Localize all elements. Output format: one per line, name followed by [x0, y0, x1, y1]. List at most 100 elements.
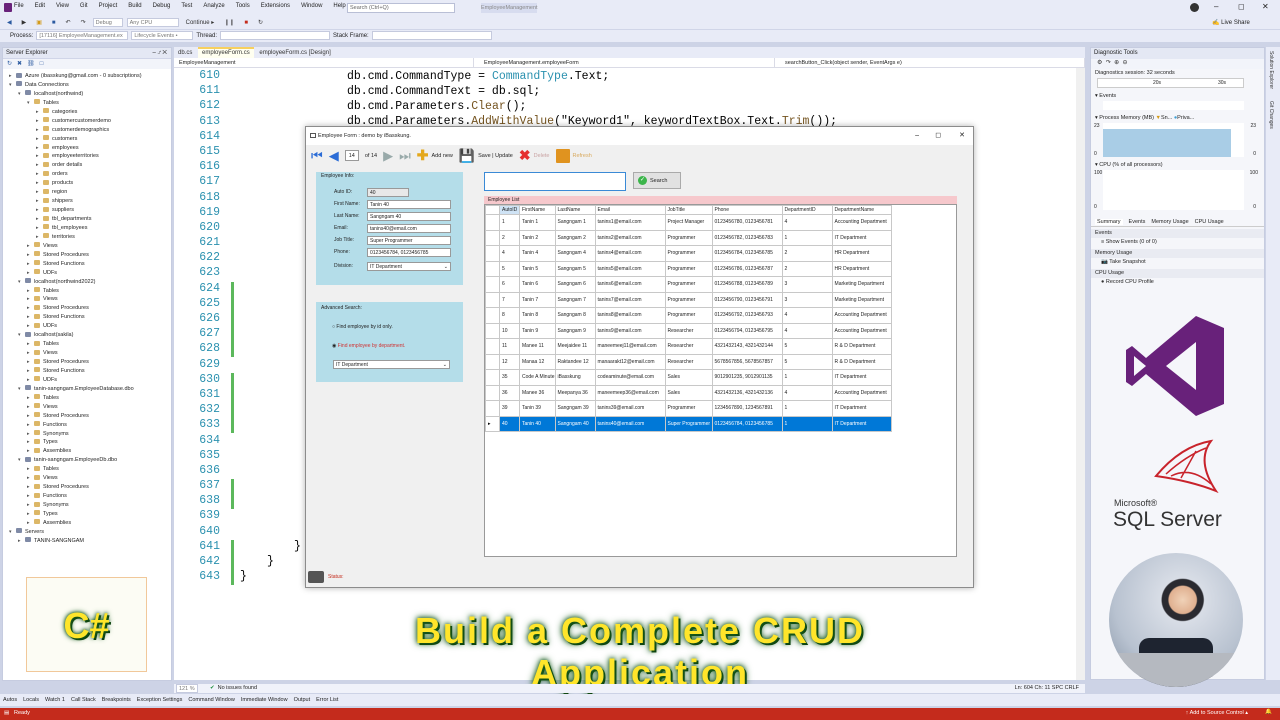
table-cell[interactable]: Sangngam 9	[554, 322, 596, 339]
table-cell[interactable]: 8	[499, 307, 520, 324]
table-cell[interactable]: 4	[499, 245, 520, 262]
export-icon[interactable]: ↷	[1106, 60, 1111, 66]
expand-icon[interactable]: ▸	[27, 492, 34, 501]
table-cell[interactable]: HR Department	[831, 260, 892, 277]
expand-icon[interactable]: ▸	[36, 135, 43, 144]
maximize-icon[interactable]: ◻	[1238, 2, 1245, 11]
table-cell[interactable]: 1	[781, 400, 833, 417]
table-cell[interactable]: 0123456784, 0123456785	[711, 415, 783, 432]
last-record-icon[interactable]: ⏭	[399, 148, 411, 164]
expand-icon[interactable]: ▾	[9, 81, 16, 90]
table-row[interactable]: 6 Tanin 6 Sangngam 6 tanins6@email.com Progr…	[485, 276, 892, 293]
table-cell[interactable]: 1	[781, 415, 833, 432]
row-header[interactable]	[485, 384, 500, 401]
table-cell[interactable]: Programmer	[664, 260, 713, 277]
table-row[interactable]: 39 Tanin 39 Sangngam 39 tanins39@email.com P…	[485, 400, 892, 417]
tree-node[interactable]: ▸ Synonyms	[9, 501, 171, 510]
tree-node[interactable]: ▸ products	[9, 179, 171, 188]
table-row[interactable]: 11 Manee 11 Meejaidee 11 maneemeej11@email.…	[485, 338, 892, 355]
table-row[interactable]: 1 Tanin 1 Sangngam 1 tanins1@email.com Proje…	[485, 214, 892, 231]
tab-summary[interactable]: Summary	[1095, 218, 1123, 225]
expand-icon[interactable]: ▸	[27, 447, 34, 456]
tree-node[interactable]: ▸ territories	[9, 233, 171, 242]
tree-node[interactable]: ▸ Views	[9, 403, 171, 412]
tree-node[interactable]: ▸ tbl_departments	[9, 215, 171, 224]
menu-item[interactable]: Project	[99, 3, 118, 9]
table-cell[interactable]: Tanin 5	[519, 260, 556, 277]
table-cell[interactable]: Tanin 7	[519, 291, 556, 308]
table-row[interactable]: 35 Code A Minute iBasskung codeaminute@emai…	[485, 369, 892, 386]
expand-icon[interactable]: ▾	[18, 90, 25, 99]
expand-icon[interactable]: ▸	[27, 376, 34, 385]
table-cell[interactable]: tanins5@email.com	[594, 260, 666, 277]
table-cell[interactable]: 5	[499, 260, 520, 277]
expand-icon[interactable]: ▸	[9, 72, 16, 81]
tree-node[interactable]: ▸ UDFs	[9, 376, 171, 385]
expand-icon[interactable]: ▸	[27, 304, 34, 313]
live-share-button[interactable]: ✍ Live Share	[1212, 19, 1250, 26]
bottom-tab[interactable]: Command Window	[188, 697, 234, 703]
table-cell[interactable]: 3	[781, 276, 833, 293]
tree-node[interactable]: ▸ UDFs	[9, 322, 171, 331]
solution-explorer-tab[interactable]: Solution Explorer	[1268, 51, 1274, 89]
table-cell[interactable]: codeaminute@email.com	[594, 369, 666, 386]
table-cell[interactable]: Programmer	[664, 229, 713, 246]
row-header[interactable]	[485, 291, 500, 308]
tab-events[interactable]: Events	[1129, 219, 1146, 225]
table-cell[interactable]: 4	[781, 384, 833, 401]
table-cell[interactable]: Researcher	[664, 353, 713, 370]
refresh-icon[interactable]: ↻	[7, 61, 12, 67]
table-row[interactable]: 4 Tanin 4 Sangngam 4 tanins4@email.com Progr…	[485, 245, 892, 262]
redo-icon[interactable]: ↷	[81, 19, 86, 26]
table-cell[interactable]: 4	[781, 307, 833, 324]
menu-item[interactable]: Tools	[236, 3, 250, 9]
tree-node[interactable]: ▸ employees	[9, 144, 171, 153]
table-cell[interactable]: 0123456792, 0123456793	[711, 307, 783, 324]
table-cell[interactable]: Tanin 1	[519, 214, 556, 231]
tree-node[interactable]: ▸ customers	[9, 135, 171, 144]
expand-icon[interactable]: ▸	[36, 170, 43, 179]
row-header[interactable]	[485, 353, 500, 370]
continue-button[interactable]: Continue ▸	[186, 19, 215, 26]
tree-node[interactable]: ▸ orders	[9, 170, 171, 179]
table-cell[interactable]: Code A Minute	[519, 369, 556, 386]
search-button[interactable]: ✓ Search	[633, 172, 681, 189]
table-cell[interactable]: Tanin 39	[519, 400, 556, 417]
table-cell[interactable]: 40	[499, 415, 520, 432]
table-cell[interactable]: Sangngam 5	[554, 260, 596, 277]
table-cell[interactable]: Accounting Department	[831, 322, 892, 339]
tree-node[interactable]: ▸ Tables	[9, 287, 171, 296]
table-cell[interactable]: IT Department	[831, 415, 892, 432]
tree-node[interactable]: ▸ Stored Procedures	[9, 483, 171, 492]
tree-node[interactable]: ▸ tbl_employees	[9, 224, 171, 233]
expand-icon[interactable]: ▸	[36, 161, 43, 170]
bottom-tab[interactable]: Call Stack	[71, 697, 96, 703]
tree-node[interactable]: ▸ order details	[9, 161, 171, 170]
zoom-in-icon[interactable]: ⊕	[1114, 60, 1119, 66]
row-header[interactable]	[485, 229, 500, 246]
table-cell[interactable]: 1234567890, 1234567891	[711, 400, 783, 417]
expand-icon[interactable]: ▸	[27, 295, 34, 304]
expand-icon[interactable]: ▸	[27, 260, 34, 269]
table-cell[interactable]: 0123456794, 0123456795	[711, 322, 783, 339]
bottom-tab[interactable]: Immediate Window	[241, 697, 288, 703]
table-cell[interactable]: Accounting Department	[831, 214, 892, 231]
tree-node[interactable]: ▾ Servers	[9, 528, 171, 537]
tree-node[interactable]: ▸ Azure (ibasskung@gmail.com - 0 subscrip…	[9, 72, 171, 81]
minimize-icon[interactable]: –	[1214, 2, 1218, 11]
expand-icon[interactable]: ▸	[27, 465, 34, 474]
expand-icon[interactable]: ▸	[27, 519, 34, 528]
table-cell[interactable]: 6	[499, 276, 520, 293]
table-cell[interactable]: Programmer	[664, 307, 713, 324]
table-cell[interactable]: 7	[499, 291, 520, 308]
tree-node[interactable]: ▸ customerdemographics	[9, 126, 171, 135]
table-cell[interactable]: Researcher	[664, 338, 713, 355]
expand-icon[interactable]: ▾	[18, 385, 25, 394]
menu-item[interactable]: Build	[128, 3, 141, 9]
table-cell[interactable]: Meejaidee 11	[554, 338, 596, 355]
column-header[interactable]: FirstName	[519, 205, 556, 215]
notification-icon[interactable]: 🔔	[1265, 709, 1272, 715]
table-cell[interactable]: Sales	[664, 369, 713, 386]
table-row[interactable]: 8 Tanin 8 Sangngam 8 tanins8@email.com Progr…	[485, 307, 892, 324]
expand-icon[interactable]: ▸	[36, 233, 43, 242]
